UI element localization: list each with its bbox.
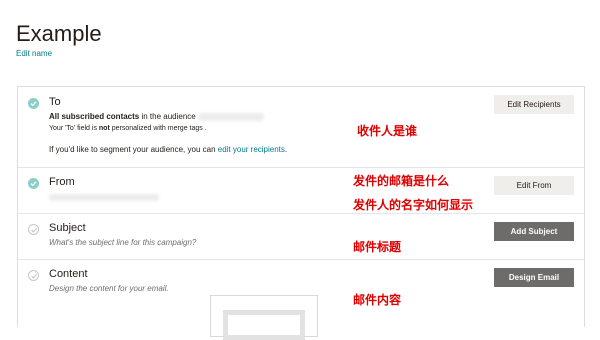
check-pending-icon [28, 224, 39, 235]
segment-pre: If you'd like to segment your audience, … [49, 145, 218, 154]
from-section: From Edit From [18, 168, 584, 214]
check-complete-icon [28, 98, 39, 109]
content-subtitle: Design the content for your email. [49, 284, 169, 293]
check-pending-icon [28, 270, 39, 281]
edit-name-link[interactable]: Edit name [16, 49, 52, 58]
campaign-checklist: To All subscribed contacts in the audien… [17, 86, 585, 327]
annotation-subject: 邮件标题 [353, 240, 402, 254]
annotation-content: 邮件内容 [353, 293, 402, 307]
to-title: To [49, 96, 61, 108]
content-title: Content [49, 268, 88, 280]
edit-recipients-link[interactable]: edit your recipients [218, 145, 285, 154]
to-audience-rest: in the audience [139, 112, 196, 121]
add-subject-button[interactable]: Add Subject [494, 222, 574, 241]
annotation-to: 收件人是谁 [357, 124, 418, 138]
merge-note-pre: Your 'To' field is [49, 125, 99, 132]
annotation-from-name: 发件人的名字如何显示 [353, 198, 474, 212]
edit-from-button[interactable]: Edit From [494, 176, 574, 195]
design-email-button[interactable]: Design Email [494, 268, 574, 287]
to-audience-line: All subscribed contacts in the audience [49, 112, 264, 121]
check-complete-icon [28, 178, 39, 189]
subject-title: Subject [49, 222, 86, 234]
to-merge-note: Your 'To' field is not personalized with… [49, 125, 207, 132]
redacted-audience [197, 112, 264, 121]
subject-section: Subject What's the subject line for this… [18, 214, 584, 260]
email-preview-frame [223, 310, 305, 340]
annotation-from-email: 发件的邮箱是什么 [353, 174, 450, 188]
subject-subtitle: What's the subject line for this campaig… [49, 238, 197, 247]
to-section: To All subscribed contacts in the audien… [18, 87, 584, 168]
to-audience-bold: All subscribed contacts [49, 112, 140, 121]
to-segment-line: If you'd like to segment your audience, … [49, 145, 287, 154]
segment-post: . [284, 145, 288, 154]
redacted-from [49, 194, 159, 201]
from-title: From [49, 176, 75, 188]
edit-recipients-button[interactable]: Edit Recipients [494, 95, 574, 114]
merge-note-post: personalized with merge tags . [109, 125, 207, 132]
page-title: Example [16, 21, 102, 46]
email-preview-thumbnail[interactable] [210, 295, 318, 340]
merge-note-bold: not [98, 125, 110, 132]
